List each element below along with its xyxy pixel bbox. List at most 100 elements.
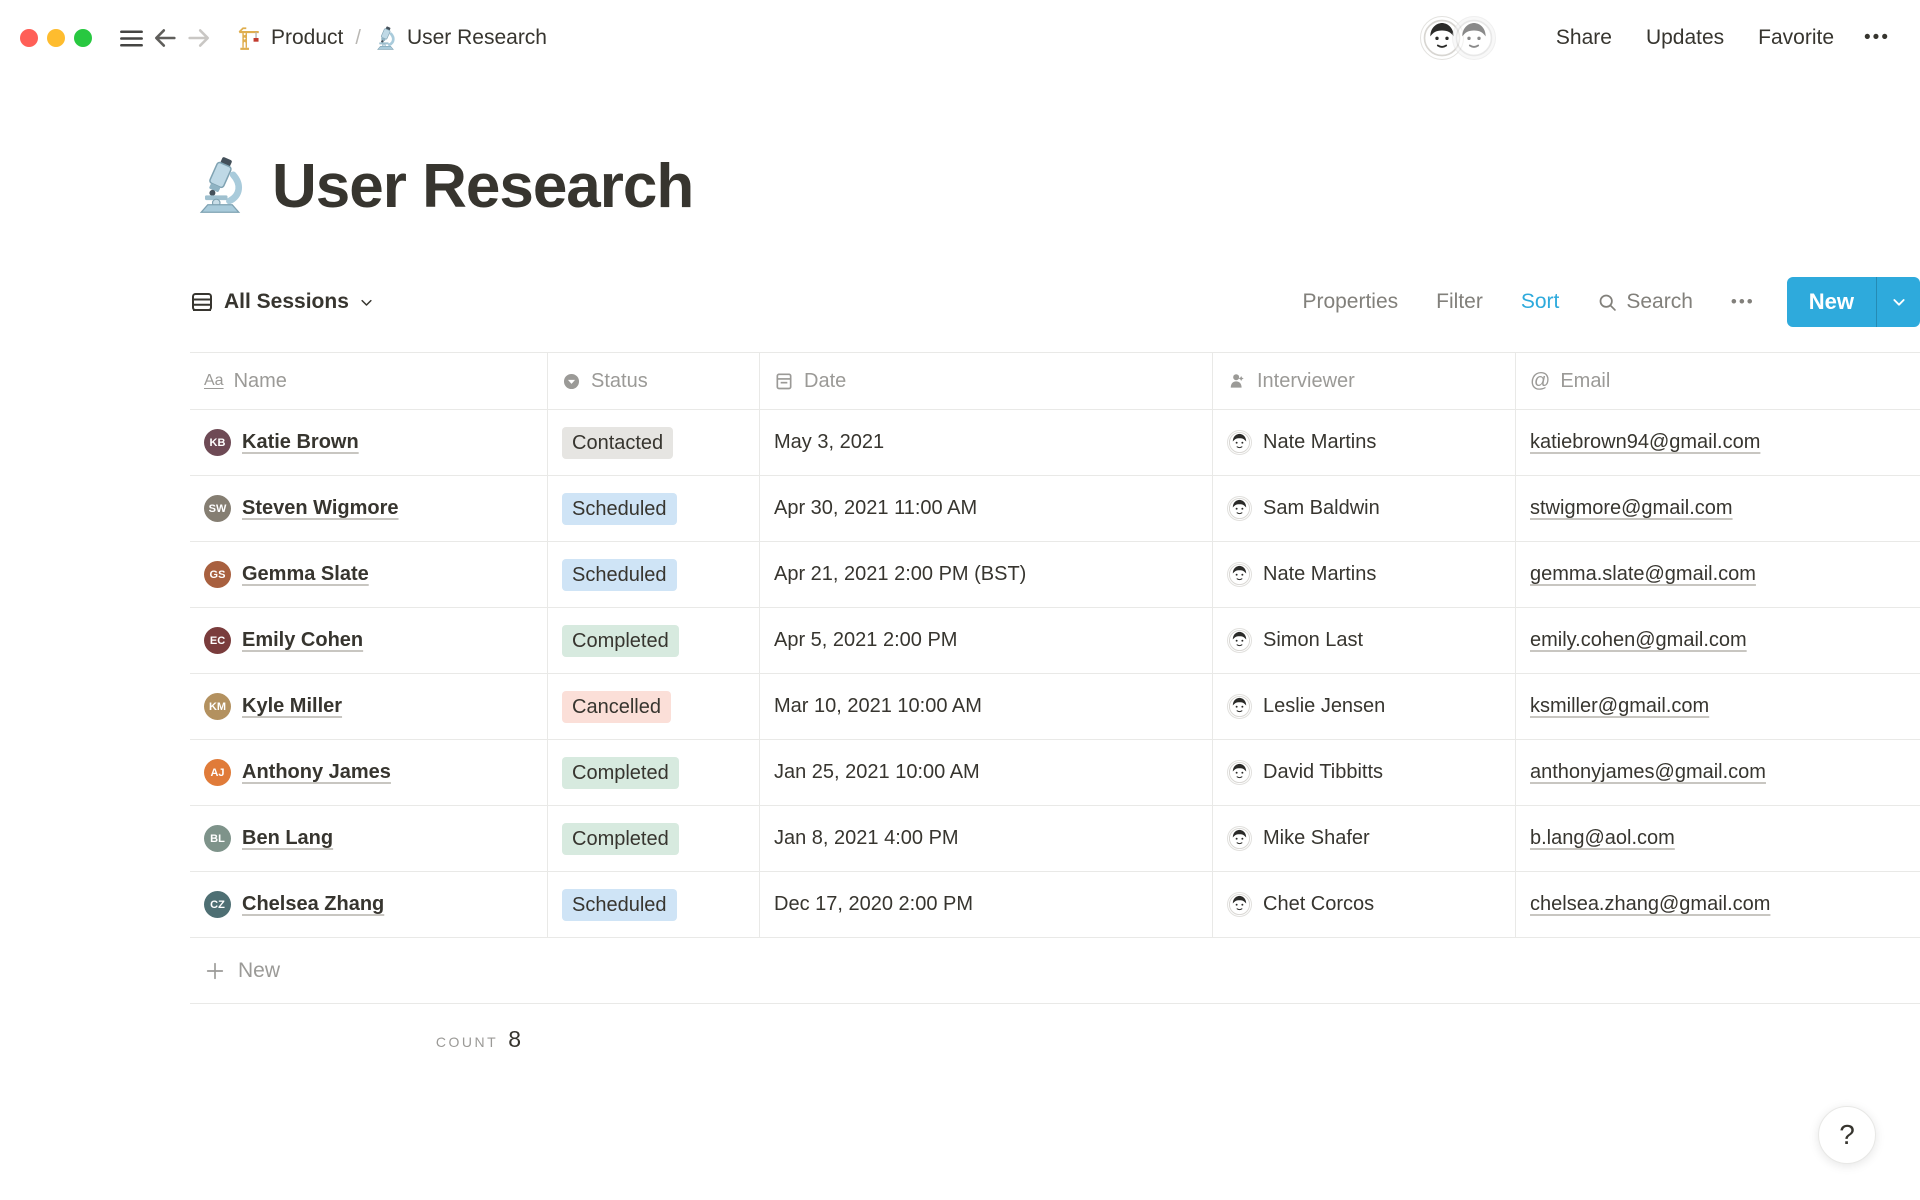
add-new-row-label: New [238, 958, 281, 982]
date-cell[interactable]: May 3, 2021 [759, 410, 1212, 476]
person-name-link[interactable]: Chelsea Zhang [242, 893, 384, 916]
new-record-button[interactable]: New [1786, 277, 1876, 327]
email-link[interactable]: chelsea.zhang@gmail.com [1530, 893, 1770, 916]
column-header-date[interactable]: Date [759, 353, 1212, 410]
email-cell[interactable]: stwigmore@gmail.com [1515, 476, 1920, 542]
column-header-status[interactable]: Status [547, 353, 759, 410]
interviewer-cell[interactable]: Simon Last [1212, 608, 1515, 674]
column-header-name[interactable]: Aa Name [190, 353, 547, 410]
date-cell[interactable]: Jan 25, 2021 10:00 AM [759, 740, 1212, 806]
interviewer-cell[interactable]: David Tibbitts [1212, 740, 1515, 806]
interviewer-cell[interactable]: Sam Baldwin [1212, 476, 1515, 542]
date-cell[interactable]: Mar 10, 2021 10:00 AM [759, 674, 1212, 740]
status-cell[interactable]: Contacted [547, 410, 759, 476]
name-cell[interactable]: AJ Anthony James [190, 740, 547, 806]
status-badge: Scheduled [562, 558, 677, 591]
filter-button[interactable]: Filter [1436, 290, 1483, 314]
date-cell[interactable]: Dec 17, 2020 2:00 PM [759, 872, 1212, 938]
email-cell[interactable]: anthonyjames@gmail.com [1515, 740, 1920, 806]
email-link[interactable]: ksmiller@gmail.com [1530, 695, 1709, 718]
breadcrumb-item-product[interactable]: Product [230, 22, 349, 54]
status-cell[interactable]: Scheduled [547, 872, 759, 938]
person-name-link[interactable]: Ben Lang [242, 827, 333, 850]
email-link[interactable]: anthonyjames@gmail.com [1530, 761, 1766, 784]
status-cell[interactable]: Scheduled [547, 542, 759, 608]
interviewer-cell[interactable]: Chet Corcos [1212, 872, 1515, 938]
arrow-left-icon [151, 24, 179, 52]
question-mark-icon: ? [1839, 1119, 1855, 1150]
avatar: GS [204, 561, 231, 588]
name-cell[interactable]: CZ Chelsea Zhang [190, 872, 547, 938]
status-badge: Completed [562, 756, 679, 789]
name-cell[interactable]: KB Katie Brown [190, 410, 547, 476]
zoom-window-button[interactable] [74, 29, 92, 47]
add-new-row-button[interactable]: New [190, 938, 1920, 1004]
new-record-dropdown-button[interactable] [1876, 277, 1920, 327]
interviewer-cell[interactable]: Nate Martins [1212, 410, 1515, 476]
column-header-email[interactable]: @ Email [1515, 353, 1920, 410]
favorite-button[interactable]: Favorite [1758, 26, 1834, 50]
date-cell[interactable]: Apr 5, 2021 2:00 PM [759, 608, 1212, 674]
forward-button[interactable] [182, 21, 216, 55]
minimize-window-button[interactable] [47, 29, 65, 47]
email-link[interactable]: katiebrown94@gmail.com [1530, 431, 1760, 454]
status-cell[interactable]: Scheduled [547, 476, 759, 542]
date-cell[interactable]: Apr 30, 2021 11:00 AM [759, 476, 1212, 542]
status-cell[interactable]: Cancelled [547, 674, 759, 740]
email-cell[interactable]: chelsea.zhang@gmail.com [1515, 872, 1920, 938]
help-button[interactable]: ? [1818, 1106, 1876, 1164]
email-cell[interactable]: ksmiller@gmail.com [1515, 674, 1920, 740]
status-cell[interactable]: Completed [547, 740, 759, 806]
avatar: AJ [204, 759, 231, 786]
view-more-options-icon[interactable]: ••• [1731, 292, 1755, 312]
more-options-icon[interactable]: ••• [1864, 27, 1890, 49]
interviewer-avatar [1227, 892, 1252, 917]
share-button[interactable]: Share [1556, 26, 1612, 50]
email-link[interactable]: b.lang@aol.com [1530, 827, 1675, 850]
close-window-button[interactable] [20, 29, 38, 47]
email-cell[interactable]: gemma.slate@gmail.com [1515, 542, 1920, 608]
sidebar-menu-button[interactable] [114, 21, 148, 55]
page-icon-microscope[interactable] [190, 156, 250, 216]
name-cell[interactable]: KM Kyle Miller [190, 674, 547, 740]
database-toolbar: All Sessions Properties Filter Sort Sear… [190, 276, 1920, 328]
interviewer-name: David Tibbitts [1263, 761, 1384, 783]
properties-button[interactable]: Properties [1302, 290, 1398, 314]
sort-button[interactable]: Sort [1521, 290, 1560, 314]
breadcrumb-item-user-research[interactable]: User Research [367, 23, 553, 54]
name-cell[interactable]: SW Steven Wigmore [190, 476, 547, 542]
email-cell[interactable]: emily.cohen@gmail.com [1515, 608, 1920, 674]
person-name-link[interactable]: Kyle Miller [242, 695, 342, 718]
presence-avatar-2[interactable] [1451, 16, 1496, 60]
person-name-link[interactable]: Steven Wigmore [242, 497, 399, 520]
interviewer-cell[interactable]: Leslie Jensen [1212, 674, 1515, 740]
page-title[interactable]: User Research [272, 151, 694, 222]
email-link[interactable]: emily.cohen@gmail.com [1530, 629, 1747, 652]
status-cell[interactable]: Completed [547, 806, 759, 872]
column-header-interviewer[interactable]: Interviewer [1212, 353, 1515, 410]
view-switcher[interactable]: All Sessions [190, 286, 380, 318]
person-name-link[interactable]: Gemma Slate [242, 563, 369, 586]
email-cell[interactable]: b.lang@aol.com [1515, 806, 1920, 872]
person-name-link[interactable]: Emily Cohen [242, 629, 363, 652]
plus-icon [204, 960, 226, 982]
search-button[interactable]: Search [1597, 290, 1693, 314]
date-cell[interactable]: Jan 8, 2021 4:00 PM [759, 806, 1212, 872]
interviewer-cell[interactable]: Nate Martins [1212, 542, 1515, 608]
updates-button[interactable]: Updates [1646, 26, 1724, 50]
person-name-link[interactable]: Anthony James [242, 761, 391, 784]
email-link[interactable]: gemma.slate@gmail.com [1530, 563, 1756, 586]
email-cell[interactable]: katiebrown94@gmail.com [1515, 410, 1920, 476]
status-cell[interactable]: Completed [547, 608, 759, 674]
count-aggregate[interactable]: COUNT 8 [190, 1004, 547, 1053]
person-name-link[interactable]: Katie Brown [242, 431, 359, 454]
name-cell[interactable]: GS Gemma Slate [190, 542, 547, 608]
back-button[interactable] [148, 21, 182, 55]
interviewer-cell[interactable]: Mike Shafer [1212, 806, 1515, 872]
name-cell[interactable]: EC Emily Cohen [190, 608, 547, 674]
email-link[interactable]: stwigmore@gmail.com [1530, 497, 1733, 520]
name-cell[interactable]: BL Ben Lang [190, 806, 547, 872]
avatar: BL [204, 825, 231, 852]
date-cell[interactable]: Apr 21, 2021 2:00 PM (BST) [759, 542, 1212, 608]
new-record-button-group: New [1786, 277, 1920, 327]
